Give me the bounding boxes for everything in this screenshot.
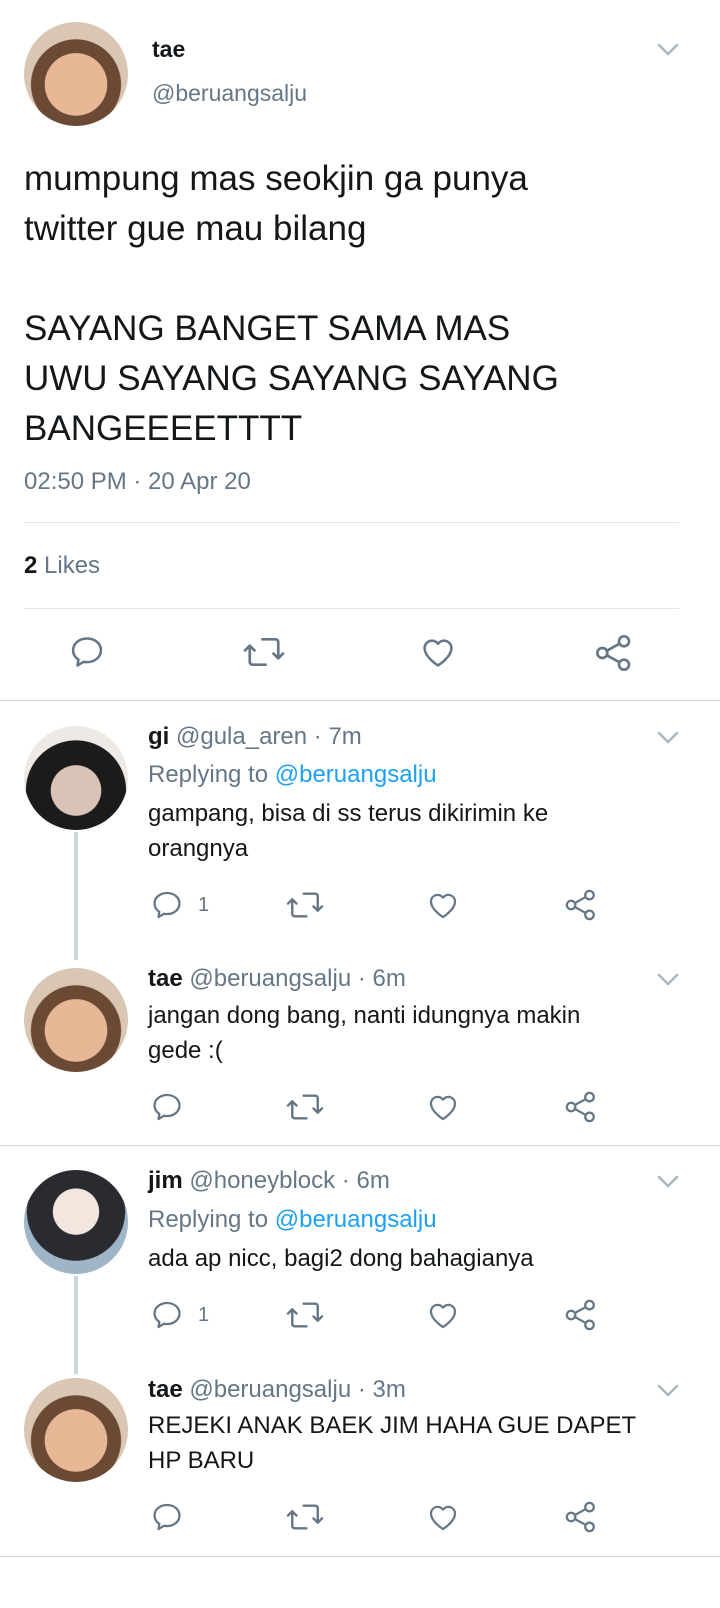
reply-count: 1 xyxy=(198,1303,210,1326)
replying-to-mention[interactable]: @beruangsalju xyxy=(275,1206,437,1233)
reply-icon xyxy=(71,637,103,667)
reply-icon xyxy=(153,1503,181,1531)
chevron-down-icon[interactable] xyxy=(657,973,679,987)
likes-label: Likes xyxy=(44,552,101,579)
chevron-down-icon[interactable] xyxy=(657,731,679,745)
retweet-icon xyxy=(286,1302,324,1328)
reply-button[interactable] xyxy=(150,1500,184,1534)
avatar[interactable] xyxy=(24,968,128,1072)
retweet-icon xyxy=(243,637,285,667)
thread-line xyxy=(74,1276,78,1374)
divider xyxy=(24,522,679,523)
like-button[interactable] xyxy=(426,1298,460,1332)
reply-meta: @beruangsalju · 6m xyxy=(189,965,406,992)
reply-icon xyxy=(153,1093,181,1121)
likes-count: 2 xyxy=(24,552,38,579)
share-button[interactable] xyxy=(564,1090,598,1124)
replying-to-mention[interactable]: @beruangsalju xyxy=(275,761,437,788)
reply-header[interactable]: jim @honeyblock · 6m xyxy=(148,1167,390,1195)
reply-count: 1 xyxy=(198,893,210,916)
chevron-down-icon[interactable] xyxy=(657,1175,679,1189)
share-icon xyxy=(596,635,631,671)
like-button[interactable] xyxy=(426,888,460,922)
tweet-timestamp[interactable]: 02:50 PM · 20 Apr 20 xyxy=(24,468,251,496)
retweet-button[interactable] xyxy=(286,888,324,922)
section-divider xyxy=(0,700,720,701)
divider xyxy=(24,608,679,609)
reply-text: jangan dong bang, nanti idungnya makin g… xyxy=(148,1002,581,1064)
share-button[interactable] xyxy=(564,1500,598,1534)
section-divider xyxy=(0,1145,720,1146)
retweet-icon xyxy=(286,1094,324,1120)
reply-header[interactable]: tae @beruangsalju · 6m xyxy=(148,965,406,993)
reply-button[interactable] xyxy=(68,633,106,671)
share-icon xyxy=(565,1299,595,1331)
like-button[interactable] xyxy=(426,1090,460,1124)
reply-button[interactable]: 1 xyxy=(150,888,209,922)
replying-to-label: Replying to xyxy=(148,1206,269,1233)
reply-author-name: tae xyxy=(148,1376,183,1403)
reply-author-name: jim xyxy=(148,1167,183,1194)
share-button[interactable] xyxy=(564,888,598,922)
author-handle[interactable]: @beruangsalju xyxy=(152,80,307,107)
chevron-down-icon[interactable] xyxy=(657,1384,679,1398)
likes-stat[interactable]: 2 Likes xyxy=(24,552,100,580)
retweet-button[interactable] xyxy=(286,1500,324,1534)
thread-line xyxy=(74,832,78,960)
heart-icon xyxy=(423,639,453,667)
reply-button[interactable] xyxy=(150,1090,184,1124)
replying-to-label: Replying to xyxy=(148,761,269,788)
avatar[interactable] xyxy=(24,1378,128,1482)
section-divider xyxy=(0,1556,720,1557)
share-button[interactable] xyxy=(564,1298,598,1332)
like-button[interactable] xyxy=(419,633,457,671)
avatar[interactable] xyxy=(24,726,128,830)
retweet-button[interactable] xyxy=(286,1090,324,1124)
retweet-icon xyxy=(286,1504,324,1530)
replying-to: Replying to @beruangsalju xyxy=(148,1206,437,1234)
retweet-button[interactable] xyxy=(243,633,285,671)
share-icon xyxy=(565,1501,595,1533)
avatar[interactable] xyxy=(24,22,128,126)
reply-header[interactable]: gi @gula_aren · 7m xyxy=(148,723,362,751)
reply-text: gampang, bisa di ss terus dikirimin ke o… xyxy=(148,800,549,862)
share-icon xyxy=(565,889,595,921)
like-button[interactable] xyxy=(426,1500,460,1534)
author-name[interactable]: tae xyxy=(152,36,185,63)
chevron-down-icon[interactable] xyxy=(657,43,679,57)
heart-icon xyxy=(429,1505,457,1531)
reply-meta: @gula_aren · 7m xyxy=(176,723,362,750)
reply-text: ada ap nicc, bagi2 dong bahagianya xyxy=(148,1245,534,1272)
reply-button[interactable]: 1 xyxy=(150,1298,209,1332)
reply-meta: @honeyblock · 6m xyxy=(189,1167,390,1194)
replying-to: Replying to @beruangsalju xyxy=(148,761,437,789)
reply-icon xyxy=(153,891,181,919)
retweet-button[interactable] xyxy=(286,1298,324,1332)
avatar[interactable] xyxy=(24,1170,128,1274)
tweet-text: mumpung mas seokjin ga punya twitter gue… xyxy=(24,159,559,448)
reply-meta: @beruangsalju · 3m xyxy=(189,1376,406,1403)
heart-icon xyxy=(429,893,457,919)
retweet-icon xyxy=(286,892,324,918)
share-button[interactable] xyxy=(594,633,634,673)
heart-icon xyxy=(429,1095,457,1121)
reply-text: REJEKI ANAK BAEK JIM HAHA GUE DAPET HP B… xyxy=(148,1412,637,1474)
reply-author-name: tae xyxy=(148,965,183,992)
reply-header[interactable]: tae @beruangsalju · 3m xyxy=(148,1376,406,1404)
reply-icon xyxy=(153,1301,181,1329)
heart-icon xyxy=(429,1303,457,1329)
reply-author-name: gi xyxy=(148,723,170,750)
share-icon xyxy=(565,1091,595,1123)
